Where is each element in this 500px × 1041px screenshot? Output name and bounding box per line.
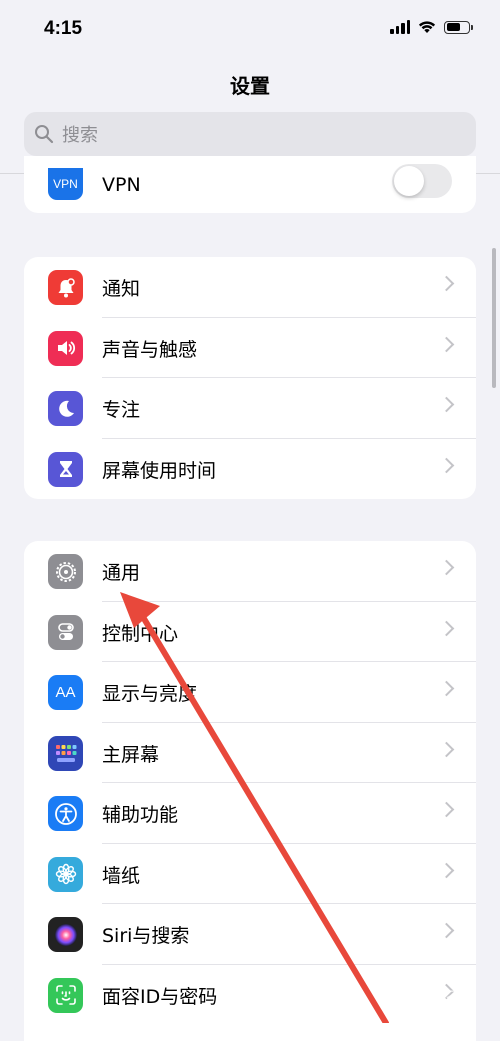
watermark-logo: Bai 经验	[408, 989, 476, 1009]
annotation-arrow	[120, 592, 389, 1023]
